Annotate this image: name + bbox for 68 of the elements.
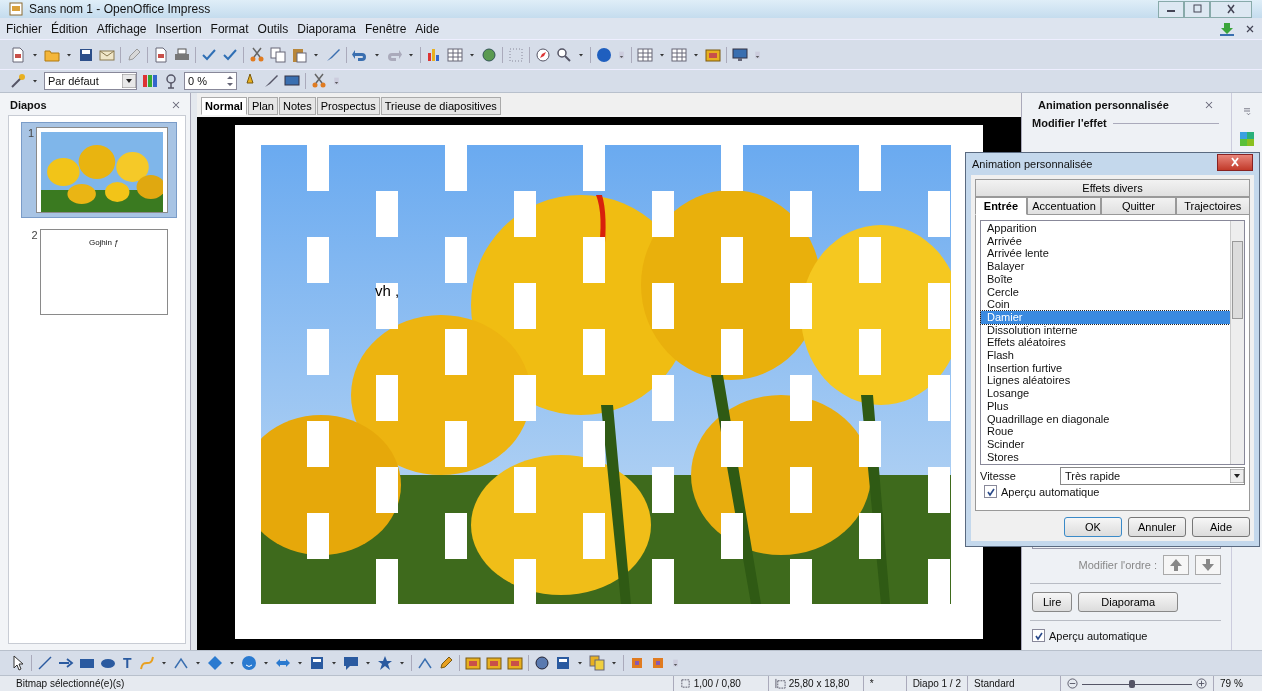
list-item[interactable]: Effets aléatoires [981, 336, 1230, 350]
dialog-tab[interactable]: Accentuation [1026, 197, 1102, 215]
panel-button[interactable]: Lire [1032, 592, 1073, 612]
menu-item[interactable]: Affichage [96, 21, 147, 36]
menu-item[interactable]: Insertion [155, 21, 202, 36]
size-readout: 25,80 x 18,80 [788, 678, 850, 689]
slide-text: vh , [375, 282, 400, 299]
list-item[interactable]: Balayer [981, 260, 1230, 273]
menu-item[interactable]: Aide [415, 21, 440, 36]
order-label: Modifier l'ordre : [1078, 559, 1157, 571]
panel-title: Animation personnalisée [1038, 99, 1169, 111]
dialog-button[interactable]: Aide [1192, 517, 1250, 537]
menu-item[interactable]: Format [210, 21, 249, 36]
section-heading: Modifier l'effet [1032, 117, 1107, 129]
dialog-tab[interactable]: Effets divers [975, 179, 1250, 197]
slide-thumbnail[interactable]: 1 [21, 122, 177, 218]
view-tab[interactable]: Plan [247, 97, 278, 115]
list-item[interactable]: Plus [981, 399, 1230, 413]
view-tab[interactable]: Normal [201, 97, 247, 115]
menu-item[interactable]: Outils [257, 21, 289, 36]
list-item[interactable]: Arrivée [981, 234, 1230, 248]
panel-title: Diapos [10, 99, 47, 111]
list-item[interactable]: Damier [981, 310, 1230, 324]
dialog-button[interactable]: OK [1064, 517, 1122, 537]
text-tool-button[interactable]: T [121, 655, 134, 671]
list-item[interactable]: Flash [981, 349, 1230, 362]
modified-indicator: * [869, 678, 874, 689]
dialog-button[interactable]: Annuler [1128, 517, 1186, 537]
view-tab[interactable]: Prospectus [316, 97, 380, 115]
slide-title: Gojhin ƒ [88, 238, 119, 247]
list-item[interactable]: Scinder [981, 437, 1230, 451]
speed-label: Vitesse [980, 470, 1017, 482]
checkbox-label: Aperçu automatique [1001, 485, 1100, 498]
layout-name: Standard [974, 678, 1015, 689]
dialog-tab[interactable]: Entrée [975, 197, 1027, 215]
list-item[interactable]: Arrivée lente [981, 247, 1230, 261]
list-item[interactable]: Roue [981, 425, 1230, 438]
transparency-field[interactable]: 0 % [184, 72, 237, 90]
list-item[interactable]: Quadrillage en diagonale [981, 412, 1230, 426]
list-item[interactable]: Losange [981, 387, 1230, 400]
slide-number: 2 [30, 229, 38, 243]
menu-item[interactable]: Diaporama [297, 21, 356, 36]
panel-button[interactable]: Diaporama [1078, 592, 1179, 612]
slide-counter: Diapo 1 / 2 [912, 678, 961, 689]
window-title: Sans nom 1 - OpenOffice Impress [29, 2, 211, 16]
status-message: Bitmap sélectionné(e)(s) [15, 678, 125, 689]
checkbox-label: Aperçu automatique [1049, 629, 1148, 642]
speed-dropdown[interactable]: Très rapide [1060, 467, 1245, 485]
list-item[interactable]: Lignes aléatoires [981, 374, 1230, 388]
style-dropdown[interactable]: Par défaut [44, 72, 137, 90]
list-item[interactable]: Cercle [981, 285, 1230, 299]
menu-item[interactable]: Édition [51, 21, 88, 36]
list-item[interactable]: Dissolution interne [981, 323, 1230, 337]
list-item[interactable]: Apparition [981, 222, 1230, 235]
slide-number: 1 [26, 127, 34, 141]
zoom-readout: 79 % [1220, 678, 1243, 689]
list-item[interactable]: Insertion furtive [981, 361, 1230, 375]
dialog-tab[interactable]: Quitter [1101, 197, 1176, 215]
position-readout: 1,00 / 0,80 [693, 678, 741, 689]
menu-item[interactable]: Fenêtre [365, 21, 407, 36]
dialog-title: Animation personnalisée [972, 158, 1093, 170]
list-item[interactable]: Boîte [981, 272, 1230, 286]
dialog-tab[interactable]: Trajectoires [1175, 197, 1250, 215]
view-tab[interactable]: Trieuse de diapositives [380, 97, 501, 115]
list-item[interactable]: Coin [981, 298, 1230, 311]
menu-item[interactable]: Fichier [6, 21, 42, 36]
list-item[interactable]: Stores [981, 450, 1230, 464]
view-tab[interactable]: Notes [278, 97, 316, 115]
